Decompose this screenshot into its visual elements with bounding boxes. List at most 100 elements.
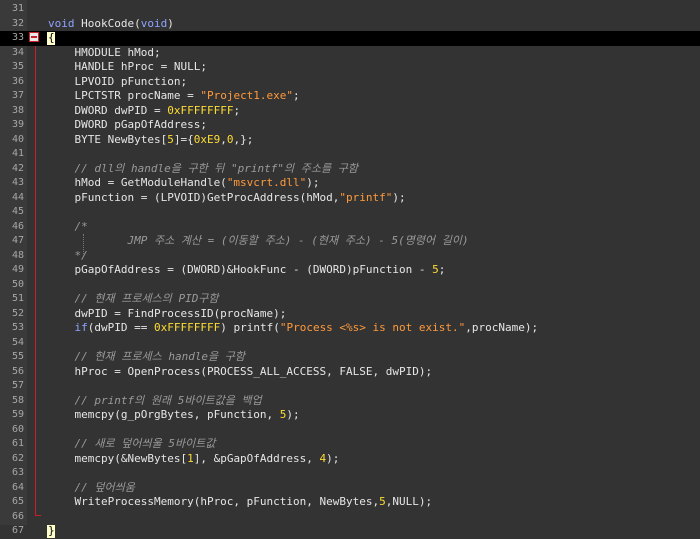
code-text: HMODULE hMod; xyxy=(48,46,160,61)
code-token: (dwPID == xyxy=(87,321,154,334)
code-line[interactable]: 61 // 새로 덮어씌울 5바이트값 xyxy=(0,437,700,452)
line-number: 37 xyxy=(11,90,24,101)
code-line[interactable]: 44 pFunction = (LPVOID)GetProcAddress(hM… xyxy=(0,191,700,206)
code-line[interactable]: 41 xyxy=(0,147,700,162)
code-line[interactable]: 34 HMODULE hMod; xyxy=(0,46,700,61)
code-line[interactable]: 63 xyxy=(0,466,700,481)
code-token: BYTE NewBytes[ xyxy=(48,132,168,146)
code-text: // dll의 handle을 구한 뒤 "printf"의 주소를 구함 xyxy=(48,162,358,177)
code-line[interactable]: 35 HANDLE hProc = NULL; xyxy=(0,60,700,75)
code-line[interactable]: 38 DWORD dwPID = 0xFFFFFFFF; xyxy=(0,104,700,119)
line-number: 41 xyxy=(11,148,24,159)
comment-token: // printf의 원래 5바이트값을 백업 xyxy=(48,393,262,407)
keyword-token: void xyxy=(48,16,75,30)
code-line[interactable]: 57 xyxy=(0,379,700,394)
line-number: 35 xyxy=(11,61,24,72)
code-line[interactable]: 49 pGapOfAddress = (DWORD)&HookFunc - (D… xyxy=(0,263,700,278)
code-text: // 현재 프로세스의 PID구함 xyxy=(48,292,219,307)
comment-token: // 새로 덮어씌울 5바이트값 xyxy=(48,437,216,450)
code-line[interactable]: 37 LPCTSTR procName = "Project1.exe"; xyxy=(0,89,700,104)
code-line[interactable]: 65 WriteProcessMemory(hProc, pFunction, … xyxy=(0,495,700,510)
code-line[interactable]: 54 xyxy=(0,336,700,351)
code-editor[interactable]: 31 32 void HookCode(void) 33 {34 HMODULE hMo… xyxy=(0,0,700,538)
code-token: ; xyxy=(233,103,241,117)
code-line[interactable]: 47 JMP 주소 계산 = (이동할 주소) - (현재 주소) - 5(명령… xyxy=(0,234,700,249)
code-token: ,}; xyxy=(233,132,254,146)
code-line[interactable]: 40 BYTE NewBytes[5]={0xE9,0,}; xyxy=(0,133,700,148)
line-number: 59 xyxy=(11,409,24,420)
comment-token: // 현재 프로세스의 PID구함 xyxy=(48,292,219,305)
code-line[interactable]: 59 memcpy(g_pOrgBytes, pFunction, 5); xyxy=(0,408,700,423)
code-line[interactable]: 36 LPVOID pFunction; xyxy=(0,75,700,90)
code-text: /* xyxy=(48,220,87,235)
code-text: pFunction = (LPVOID)GetProcAddress(hMod,… xyxy=(48,190,405,206)
keyword-token: void xyxy=(140,16,168,30)
code-token: ) printf( xyxy=(220,321,280,334)
code-token: pGapOfAddress = (DWORD)&HookFunc - (DWOR… xyxy=(48,263,433,276)
code-token: ], &pGapOfAddress, xyxy=(193,451,320,465)
comment-token: JMP 주소 계산 = (이동할 주소) - (현재 주소) - 5(명령어 길… xyxy=(48,234,469,247)
code-line[interactable]: 48 */ xyxy=(0,249,700,264)
string-token: "msvcrt.dll" xyxy=(226,176,307,189)
code-token: dwPID = FindProcessID(procName); xyxy=(48,306,287,320)
code-line[interactable]: 60 xyxy=(0,423,700,438)
code-text: DWORD dwPID = 0xFFFFFFFF; xyxy=(48,104,240,119)
line-number: 36 xyxy=(11,75,24,87)
code-line[interactable]: 64 // 덮어씌움 xyxy=(0,481,700,496)
comment-token: // 현재 프로세스 handle을 구함 xyxy=(48,350,246,363)
code-token: ); xyxy=(326,451,340,465)
code-line[interactable]: 46 /* xyxy=(0,220,700,235)
code-text: hMod = GetModuleHandle("msvcrt.dll"); xyxy=(48,176,319,191)
code-text: */ xyxy=(48,249,87,264)
code-token: DWORD dwPID = xyxy=(48,103,168,117)
code-line[interactable]: 56 hProc = OpenProcess(PROCESS_ALL_ACCES… xyxy=(0,365,700,380)
code-line[interactable]: 58 // printf의 원래 5바이트값을 백업 xyxy=(0,394,700,409)
brace-token: } xyxy=(48,524,55,537)
line-number: 55 xyxy=(11,351,24,362)
code-token: WriteProcessMemory(hProc, pFunction, New… xyxy=(48,495,380,508)
code-token: , xyxy=(220,132,227,146)
code-line[interactable]: 45 xyxy=(0,205,700,220)
code-text: JMP 주소 계산 = (이동할 주소) - (현재 주소) - 5(명령어 길… xyxy=(48,234,469,249)
minus-box-icon[interactable] xyxy=(29,32,39,42)
keyword-token: if xyxy=(74,321,88,334)
code-text: LPCTSTR procName = "Project1.exe"; xyxy=(48,89,299,104)
code-text: // 현재 프로세스 handle을 구함 xyxy=(48,350,245,365)
line-number: 31 xyxy=(11,3,24,14)
code-token: memcpy(g_pOrgBytes, pFunction, xyxy=(48,408,280,421)
line-number: 51 xyxy=(11,293,24,304)
string-token: "printf" xyxy=(339,190,393,204)
code-line[interactable]: 53 if(dwPID == 0xFFFFFFFF) printf("Proce… xyxy=(0,321,700,336)
code-token: HANDLE hProc = NULL; xyxy=(48,60,207,73)
line-number: 62 xyxy=(11,452,24,464)
code-line[interactable]: 66 xyxy=(0,510,700,525)
line-number: 58 xyxy=(11,394,24,406)
brace-token: { xyxy=(48,31,55,44)
code-line[interactable]: 52 dwPID = FindProcessID(procName); xyxy=(0,307,700,322)
code-line[interactable]: 43 hMod = GetModuleHandle("msvcrt.dll"); xyxy=(0,176,700,191)
line-number: 32 xyxy=(11,17,24,29)
line-number: 50 xyxy=(11,278,24,290)
comment-token: // 덮어씌움 xyxy=(48,480,135,494)
code-text: if(dwPID == 0xFFFFFFFF) printf("Process … xyxy=(48,321,539,336)
code-line[interactable]: 51 // 현재 프로세스의 PID구함 xyxy=(0,292,700,307)
line-number: 44 xyxy=(11,191,24,203)
number-token: 0xE9 xyxy=(193,132,221,146)
line-number: 53 xyxy=(11,322,24,333)
code-line[interactable]: 32 void HookCode(void) xyxy=(0,17,700,32)
code-line[interactable]: 42 // dll의 handle을 구한 뒤 "printf"의 주소를 구함 xyxy=(0,162,700,177)
code-line[interactable]: 39 DWORD pGapOfAddress; xyxy=(0,118,700,133)
code-text: memcpy(g_pOrgBytes, pFunction, 5); xyxy=(48,408,299,423)
line-number: 40 xyxy=(11,133,24,145)
code-line[interactable]: 62 memcpy(&NewBytes[1], &pGapOfAddress, … xyxy=(0,452,700,467)
code-token: ,NULL); xyxy=(385,495,433,508)
code-token: ; xyxy=(438,263,446,276)
current-line[interactable]: 33 { xyxy=(0,31,700,46)
code-line[interactable]: 67} xyxy=(0,524,700,539)
code-line[interactable]: 50 xyxy=(0,278,700,293)
line-number: 66 xyxy=(11,510,24,522)
code-line[interactable]: 31 xyxy=(0,2,700,17)
code-text: // 덮어씌움 xyxy=(48,480,135,496)
code-line[interactable]: 55 // 현재 프로세스 handle을 구함 xyxy=(0,350,700,365)
